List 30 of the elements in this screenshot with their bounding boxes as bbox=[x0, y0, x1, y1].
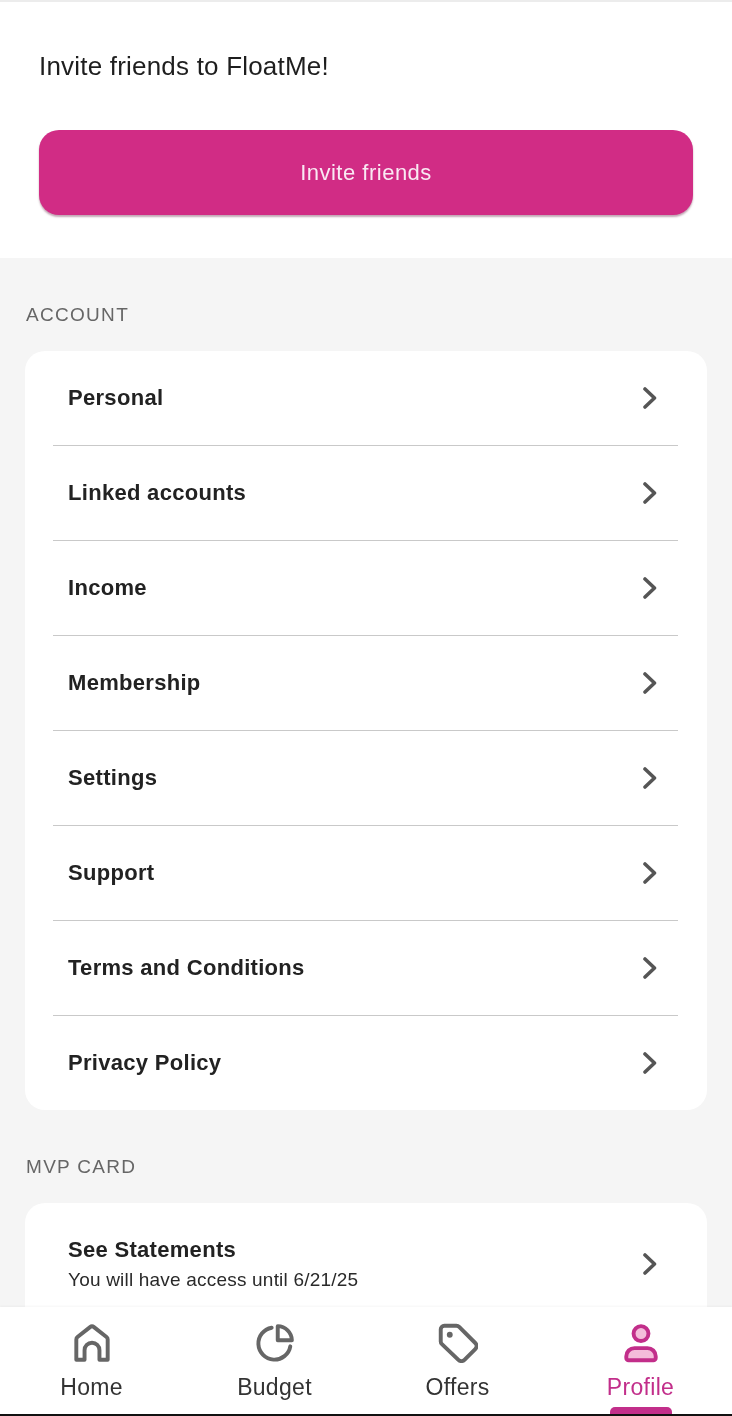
pie-chart-icon bbox=[254, 1323, 295, 1363]
menu-item[interactable]: Linked accounts bbox=[53, 446, 678, 541]
section-heading: MVP CARD bbox=[26, 1155, 138, 1179]
chevron-right-icon bbox=[643, 767, 657, 789]
nav-tab[interactable]: Home bbox=[0, 1307, 183, 1414]
nav-tab[interactable]: Budget bbox=[183, 1307, 366, 1414]
menu-item[interactable]: Personal bbox=[53, 351, 678, 446]
chevron-right-icon bbox=[643, 577, 657, 599]
menu-item[interactable]: Settings bbox=[53, 731, 678, 826]
menu-item[interactable]: Support bbox=[53, 826, 678, 921]
chevron-right-icon bbox=[643, 672, 657, 694]
nav-tab[interactable]: Offers bbox=[366, 1307, 549, 1414]
nav-tab[interactable]: Profile bbox=[549, 1307, 732, 1414]
section-heading: ACCOUNT bbox=[26, 303, 131, 327]
chevron-right-icon bbox=[643, 482, 657, 504]
invite-heading: Invite friends to FloatMe! bbox=[39, 50, 330, 82]
menu-item[interactable]: Income bbox=[53, 541, 678, 636]
menu-item[interactable]: Membership bbox=[53, 636, 678, 731]
menu-item[interactable]: See Statements You will have access until 6/21/25 bbox=[53, 1203, 678, 1307]
selection-indicator bbox=[609, 1407, 672, 1414]
menu-item[interactable]: Terms and Conditions bbox=[53, 921, 678, 1016]
chevron-right-icon bbox=[643, 957, 657, 979]
tag-icon bbox=[437, 1323, 478, 1363]
chevron-right-icon bbox=[643, 387, 657, 409]
chevron-right-icon bbox=[643, 862, 657, 884]
invite-button[interactable]: Invite friends bbox=[39, 130, 693, 215]
chevron-right-icon bbox=[643, 1052, 657, 1074]
chevron-right-icon bbox=[643, 1253, 657, 1275]
home-icon bbox=[71, 1323, 112, 1363]
menu-item[interactable]: Privacy Policy bbox=[53, 1016, 678, 1110]
